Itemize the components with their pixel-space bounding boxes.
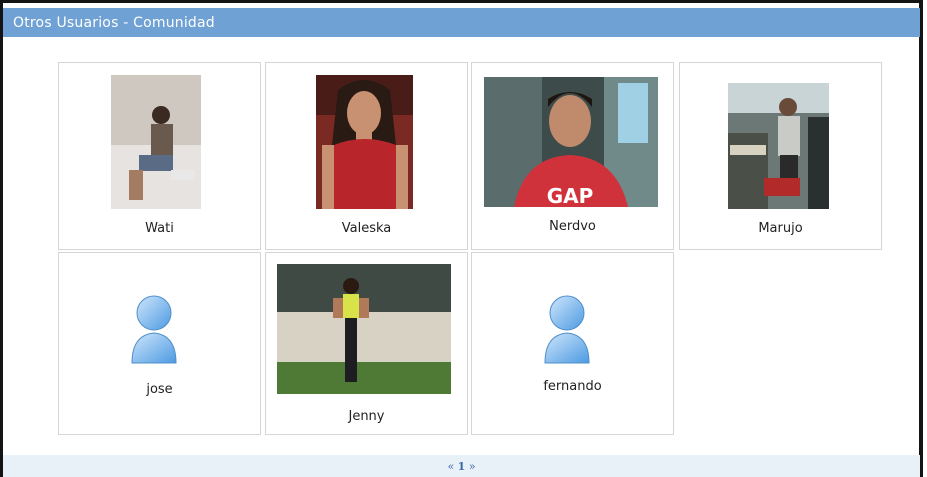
user-photo-image: GAP — [484, 77, 658, 207]
default-avatar-icon[interactable] — [539, 293, 595, 369]
user-card[interactable]: GAP Nerdvo — [471, 62, 674, 250]
user-photo-image — [111, 75, 201, 209]
user-photo[interactable]: GAP — [484, 77, 658, 207]
current-page[interactable]: 1 — [458, 460, 466, 473]
user-name[interactable]: Marujo — [680, 221, 881, 236]
user-card[interactable]: jose — [58, 252, 261, 435]
user-card[interactable]: fernando — [471, 252, 674, 435]
panel-title: Otros Usuarios - Comunidad — [13, 15, 215, 31]
user-name[interactable]: fernando — [472, 379, 673, 394]
user-card[interactable]: Marujo — [679, 62, 882, 250]
pagination-bar: « 1 » — [3, 455, 920, 477]
default-avatar-svg — [131, 295, 177, 364]
user-name[interactable]: Nerdvo — [472, 219, 673, 234]
panel-header: Otros Usuarios - Comunidad — [3, 8, 920, 37]
user-name[interactable]: Wati — [59, 221, 260, 236]
user-name[interactable]: Jenny — [266, 409, 467, 424]
user-photo[interactable] — [111, 75, 201, 209]
user-name[interactable]: jose — [59, 382, 260, 397]
default-avatar-icon[interactable] — [126, 293, 182, 369]
user-card[interactable]: Valeska — [265, 62, 468, 250]
user-photo[interactable] — [277, 264, 451, 394]
user-name[interactable]: Valeska — [266, 221, 467, 236]
next-page-link[interactable]: » — [469, 460, 476, 473]
prev-page-link[interactable]: « — [447, 460, 454, 473]
user-card[interactable]: Wati — [58, 62, 261, 250]
user-photo[interactable] — [316, 75, 413, 209]
user-photo-image — [728, 83, 829, 209]
user-photo-image — [316, 75, 413, 209]
user-photo-image — [277, 264, 451, 394]
user-photo[interactable] — [728, 83, 829, 209]
user-card[interactable]: Jenny — [265, 252, 468, 435]
default-avatar-svg — [544, 295, 590, 364]
pagination: « 1 » — [3, 460, 920, 473]
shirt-logo-text: GAP — [547, 184, 594, 207]
